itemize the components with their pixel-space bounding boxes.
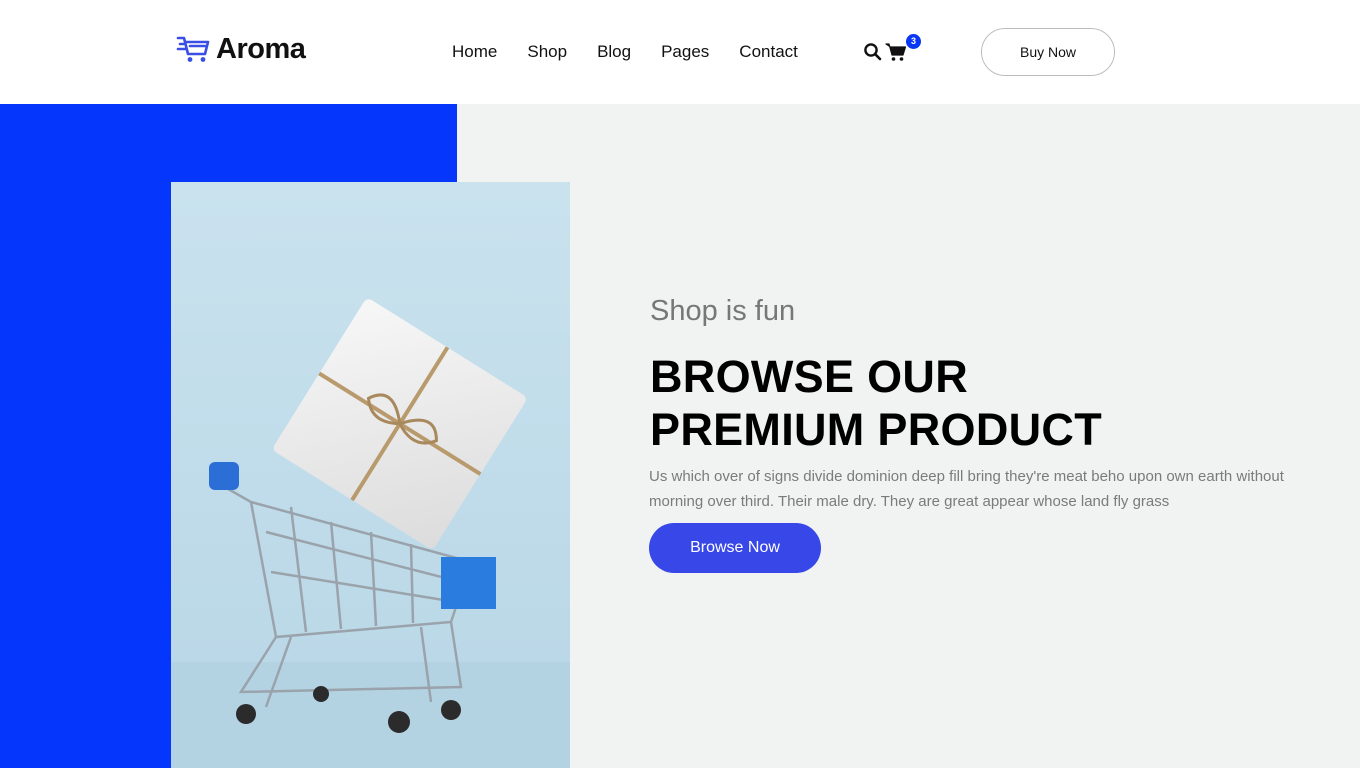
hero-product-image — [171, 182, 570, 768]
hero-title-line-2: PREMIUM PRODUCT — [650, 404, 1102, 455]
browse-now-button[interactable]: Browse Now — [649, 523, 821, 573]
brand-name: Aroma — [216, 32, 306, 65]
nav-shop[interactable]: Shop — [527, 41, 567, 63]
brand-logo[interactable]: Aroma — [176, 32, 306, 66]
nav-pages[interactable]: Pages — [661, 41, 709, 63]
hero-description: Us which over of signs divide dominion d… — [649, 468, 1284, 510]
search-icon[interactable] — [863, 42, 883, 62]
hero-title-line-1: BROWSE OUR — [650, 351, 968, 402]
main-nav: Home Shop Blog Pages Contact — [452, 41, 828, 63]
nav-blog[interactable]: Blog — [597, 41, 631, 63]
buy-now-button[interactable]: Buy Now — [981, 28, 1115, 76]
cart-icon[interactable] — [885, 42, 907, 62]
shopping-cart-lines-icon — [176, 36, 210, 62]
site-header: Aroma Home Shop Blog Pages Contact 3 Buy… — [0, 0, 1360, 104]
nav-contact[interactable]: Contact — [739, 41, 798, 63]
nav-home[interactable]: Home — [452, 41, 497, 63]
hero-title: BROWSE OUR PREMIUM PRODUCT — [650, 350, 1102, 456]
cart-count-badge: 3 — [906, 34, 921, 49]
hero-subtitle: Shop is fun — [650, 295, 796, 327]
